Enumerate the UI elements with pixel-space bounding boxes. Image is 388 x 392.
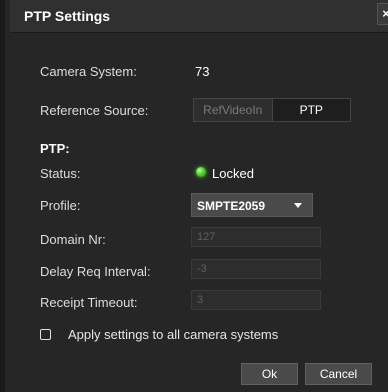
close-icon[interactable]: × <box>377 3 388 25</box>
status-value: Locked <box>212 166 254 181</box>
ptp-settings-dialog: PTP Settings × Camera System: 73 Referen… <box>0 0 388 392</box>
cancel-button[interactable]: Cancel <box>305 363 372 385</box>
receipt-timeout-field[interactable]: 3 <box>191 290 321 310</box>
reference-source-toggle: RefVideoIn PTP <box>193 98 351 122</box>
profile-dropdown-value: SMPTE2059 <box>197 199 266 213</box>
delay-req-interval-field[interactable]: -3 <box>191 259 321 279</box>
apply-all-label[interactable]: Apply settings to all camera systems <box>68 327 278 342</box>
ok-button[interactable]: Ok <box>241 363 298 385</box>
reference-source-option-refvideoin[interactable]: RefVideoIn <box>194 99 272 121</box>
camera-system-label: Camera System: <box>40 64 137 79</box>
status-indicator-icon <box>196 167 206 177</box>
apply-all-checkbox[interactable] <box>40 329 51 340</box>
profile-dropdown[interactable]: SMPTE2059 <box>191 193 313 217</box>
reference-source-option-ptp[interactable]: PTP <box>271 99 350 121</box>
ptp-section-heading: PTP: <box>40 141 70 156</box>
dialog-title: PTP Settings <box>24 8 111 24</box>
receipt-timeout-label: Receipt Timeout: <box>40 295 138 310</box>
camera-system-value: 73 <box>195 64 210 79</box>
reference-source-label: Reference Source: <box>40 103 149 118</box>
status-label: Status: <box>40 166 81 181</box>
chevron-down-icon <box>294 203 302 208</box>
dialog-titlebar[interactable]: PTP Settings × <box>10 0 388 33</box>
domain-nr-label: Domain Nr: <box>40 232 106 247</box>
profile-label: Profile: <box>40 198 81 213</box>
domain-nr-field[interactable]: 127 <box>191 227 321 247</box>
delay-req-interval-label: Delay Req Interval: <box>40 264 151 279</box>
